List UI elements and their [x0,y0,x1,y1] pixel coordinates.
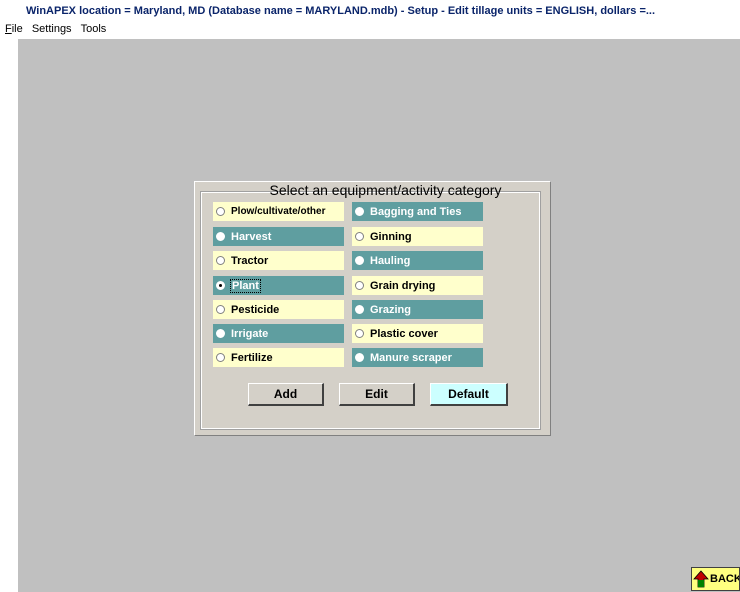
radio-icon [355,305,364,314]
menu-tools[interactable]: Tools [81,22,107,36]
option-label: Plant [230,278,261,293]
radio-icon [355,256,364,265]
option-tractor[interactable]: Tractor [213,251,344,270]
option-label: Grazing [370,303,411,316]
edit-button[interactable]: Edit [339,383,415,406]
radio-icon [216,256,225,265]
option-label: Fertilize [231,351,273,364]
option-label: Plow/cultivate/other [231,206,326,217]
radio-icon [216,305,225,314]
window-title: WinAPEX location = Maryland, MD (Databas… [0,0,740,22]
radio-icon [355,353,364,362]
menu-bar: File Settings Tools [0,22,740,39]
option-ginning[interactable]: Ginning [352,227,483,246]
option-hauling[interactable]: Hauling [352,251,483,270]
option-label: Grain drying [370,279,436,292]
panel-title: Select an equipment/activity category [269,182,502,198]
option-label: Tractor [231,254,269,267]
back-button[interactable]: BACK [691,567,740,591]
workspace: Select an equipment/activity category Pl… [18,39,740,592]
option-label: Plastic cover [370,327,438,340]
option-harvest[interactable]: Harvest [213,227,344,246]
option-plant[interactable]: Plant [213,276,344,295]
option-plow-cultivate-other[interactable]: Plow/cultivate/other [213,202,344,221]
radio-icon [216,207,225,216]
menu-file[interactable]: File [5,22,23,36]
default-button[interactable]: Default [430,383,508,406]
radio-selected-icon [216,281,225,290]
option-bagging-and-ties[interactable]: Bagging and Ties [352,202,483,221]
option-label: Bagging and Ties [370,205,462,218]
option-irrigate[interactable]: Irrigate [213,324,344,343]
option-label: Harvest [231,230,272,243]
back-arrow-icon [693,570,709,588]
radio-icon [355,207,364,216]
radio-icon [216,232,225,241]
option-grain-drying[interactable]: Grain drying [352,276,483,295]
radio-icon [216,329,225,338]
option-label: Hauling [370,254,411,267]
menu-settings[interactable]: Settings [32,22,72,36]
radio-icon [355,281,364,290]
option-label: Irrigate [231,327,269,340]
option-label: Pesticide [231,303,280,316]
option-grazing[interactable]: Grazing [352,300,483,319]
category-panel: Select an equipment/activity category Pl… [194,181,551,436]
back-button-label: BACK [710,573,740,585]
option-pesticide[interactable]: Pesticide [213,300,344,319]
add-button[interactable]: Add [248,383,324,406]
menu-file-label: ile [11,23,23,35]
radio-icon [355,232,364,241]
option-plastic-cover[interactable]: Plastic cover [352,324,483,343]
menu-file-accelerator: F [5,23,12,35]
option-manure-scraper[interactable]: Manure scraper [352,348,483,367]
option-label: Manure scraper [370,351,452,364]
radio-icon [355,329,364,338]
option-label: Ginning [370,230,412,243]
radio-icon [216,353,225,362]
option-fertilize[interactable]: Fertilize [213,348,344,367]
